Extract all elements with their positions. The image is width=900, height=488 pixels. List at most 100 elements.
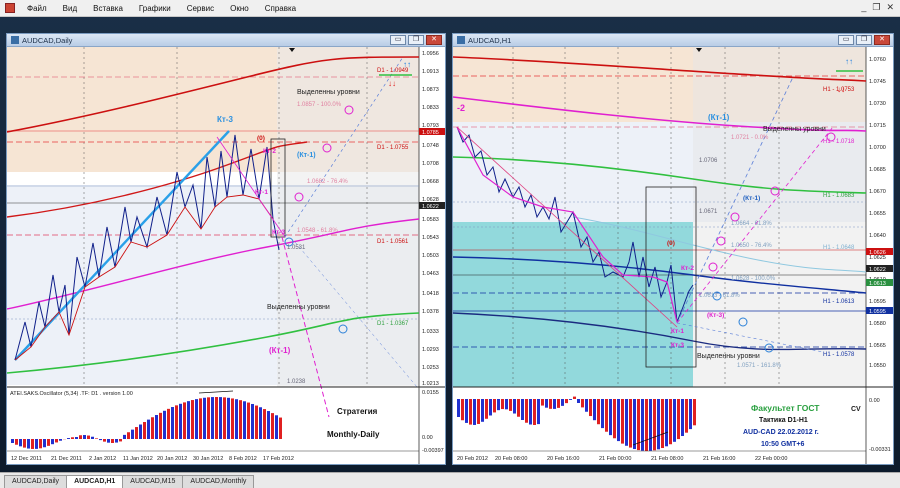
label-fib-671: 1.0671 bbox=[699, 209, 718, 215]
osc-bar bbox=[199, 398, 202, 439]
price-tick: 1.0550 bbox=[869, 363, 886, 369]
osc-bar bbox=[219, 397, 222, 439]
label-kt2: Кт-2 bbox=[263, 148, 276, 155]
label-kt3: Кт-3 bbox=[217, 115, 233, 124]
date-tick: 2 Jan 2012 bbox=[89, 456, 116, 462]
osc-tick: 0.0155 bbox=[422, 390, 439, 396]
minimize-button[interactable]: ▭ bbox=[838, 35, 854, 45]
osc-bar bbox=[131, 429, 134, 439]
label-kt3-low: Кт-3 bbox=[272, 229, 285, 236]
osc-bar bbox=[11, 439, 14, 443]
current-price-tag-text: 1.0622 bbox=[869, 267, 886, 273]
label-minus-2: -2 bbox=[457, 103, 465, 113]
mt4-terminal: Файл Вид Вставка Графики Сервис Окно Спр… bbox=[0, 0, 900, 488]
menu-help[interactable]: Справка bbox=[257, 0, 304, 17]
menu-tools[interactable]: Сервис bbox=[179, 0, 222, 17]
tab-audcad-daily[interactable]: AUDCAD,Daily bbox=[4, 475, 68, 488]
close-icon[interactable]: ✕ bbox=[886, 2, 894, 13]
tab-audcad-monthly[interactable]: AUDCAD,Monthly bbox=[182, 475, 255, 488]
price-tick: 1.0580 bbox=[869, 321, 886, 327]
osc-bar bbox=[581, 399, 584, 408]
osc-bar bbox=[513, 399, 516, 414]
menu-window[interactable]: Окно bbox=[222, 0, 257, 17]
osc-bar bbox=[621, 399, 624, 444]
minimize-button[interactable]: ▭ bbox=[390, 35, 406, 45]
label-kt1-projected-small: (Кт-1) bbox=[743, 195, 760, 202]
label-selected-levels-bottom: Выделенны уровни bbox=[267, 304, 330, 311]
osc-bar bbox=[681, 399, 684, 437]
osc-bar bbox=[107, 439, 110, 443]
teal-zone bbox=[453, 222, 693, 387]
chart-window-h1[interactable]: AUDCAD,H1 ▭ ❐ ✕ 1.0760 1.0745 1.0730 1.0… bbox=[452, 33, 894, 465]
osc-ticks: 0.0155 0.00 -0.00397 bbox=[422, 390, 444, 454]
osc-bar bbox=[653, 399, 656, 451]
label-level-0531: 1.0531 bbox=[287, 245, 306, 251]
menu-insert[interactable]: Вставка bbox=[85, 0, 131, 17]
osc-bar bbox=[649, 399, 652, 451]
chart-title-bar[interactable]: AUDCAD,H1 ▭ ❐ ✕ bbox=[453, 34, 893, 47]
osc-tick: 0.00 bbox=[422, 435, 433, 441]
price-tick: 1.0668 bbox=[422, 179, 439, 185]
osc-bar bbox=[609, 399, 612, 436]
minimize-icon[interactable]: _ bbox=[861, 2, 866, 13]
chart-area-h1[interactable]: 1.0760 1.0745 1.0730 1.0715 1.0700 1.068… bbox=[453, 47, 893, 464]
price-tick: 1.0463 bbox=[422, 271, 439, 277]
osc-bar bbox=[517, 399, 520, 417]
price-tick: 1.0253 bbox=[422, 365, 439, 371]
price-tick: 1.0213 bbox=[422, 381, 439, 387]
osc-bar bbox=[271, 413, 274, 439]
osc-bar bbox=[633, 399, 636, 450]
maximize-button[interactable]: ❐ bbox=[408, 35, 424, 45]
maximize-button[interactable]: ❐ bbox=[856, 35, 872, 45]
osc-bar bbox=[35, 439, 38, 449]
price-tick: 1.0640 bbox=[869, 233, 886, 239]
osc-bar bbox=[485, 399, 488, 419]
label-fib-650: 1.0650 - 76.4% bbox=[731, 243, 772, 249]
osc-bar bbox=[139, 424, 142, 439]
osc-bar bbox=[617, 399, 620, 442]
osc-bar bbox=[91, 436, 94, 439]
osc-bar bbox=[95, 438, 98, 439]
tab-audcad-h1[interactable]: AUDCAD,H1 bbox=[66, 475, 124, 488]
close-button[interactable]: ✕ bbox=[874, 35, 890, 45]
osc-bar bbox=[55, 439, 58, 443]
osc-bar bbox=[99, 439, 102, 441]
price-tick: 1.0748 bbox=[422, 143, 439, 149]
osc-bar bbox=[23, 439, 26, 448]
label-h1-578: H1 - 1.0578 bbox=[823, 352, 855, 358]
osc-bar bbox=[111, 439, 114, 443]
label-kt1-projected: (Кт-1) bbox=[297, 152, 316, 159]
osc-bar bbox=[565, 399, 568, 404]
tab-audcad-m15[interactable]: AUDCAD,M15 bbox=[122, 475, 184, 488]
price-tick: 1.0595 bbox=[869, 299, 886, 305]
label-selected-levels-top: Выделенны уровни bbox=[763, 126, 826, 133]
date-tick: 12 Dec 2011 bbox=[11, 456, 42, 462]
date-tick: 20 Jan 2012 bbox=[157, 456, 187, 462]
osc-bar bbox=[589, 399, 592, 417]
chart-window-daily[interactable]: AUDCAD,Daily ▭ ❐ ✕ 1.0956 1.0913 1.0873 bbox=[6, 33, 446, 465]
app-window-controls: _ ❐ ✕ bbox=[861, 2, 894, 13]
osc-bar bbox=[15, 439, 18, 445]
osc-bar bbox=[665, 399, 668, 447]
chart-icon bbox=[457, 36, 465, 44]
chart-title-bar[interactable]: AUDCAD,Daily ▭ ❐ ✕ bbox=[7, 34, 445, 47]
osc-bar bbox=[569, 399, 572, 400]
osc-bar bbox=[123, 434, 126, 439]
price-ticks: 1.0956 1.0913 1.0873 1.0833 1.0793 1.074… bbox=[422, 51, 439, 387]
osc-bar bbox=[529, 399, 532, 425]
osc-bar bbox=[135, 427, 138, 439]
menu-charts[interactable]: Графики bbox=[131, 0, 179, 17]
osc-bar bbox=[103, 439, 106, 442]
projection-zone bbox=[693, 47, 866, 387]
close-button[interactable]: ✕ bbox=[426, 35, 442, 45]
info-title: Факультет ГОСТ bbox=[751, 403, 820, 413]
label-kt1-projected: (Кт-1) bbox=[708, 113, 730, 122]
menu-file[interactable]: Файл bbox=[19, 0, 55, 17]
menu-view[interactable]: Вид bbox=[55, 0, 85, 17]
restore-icon[interactable]: ❐ bbox=[872, 2, 880, 13]
chart-area-daily[interactable]: 1.0956 1.0913 1.0873 1.0833 1.0793 1.074… bbox=[7, 47, 445, 464]
label-zero: (0) bbox=[667, 240, 675, 247]
price-tick: 1.0745 bbox=[869, 79, 886, 85]
label-fib-mid: 1.0682 - 76.4% bbox=[307, 179, 348, 185]
info-time: 10:50 GMT+6 bbox=[761, 441, 804, 448]
